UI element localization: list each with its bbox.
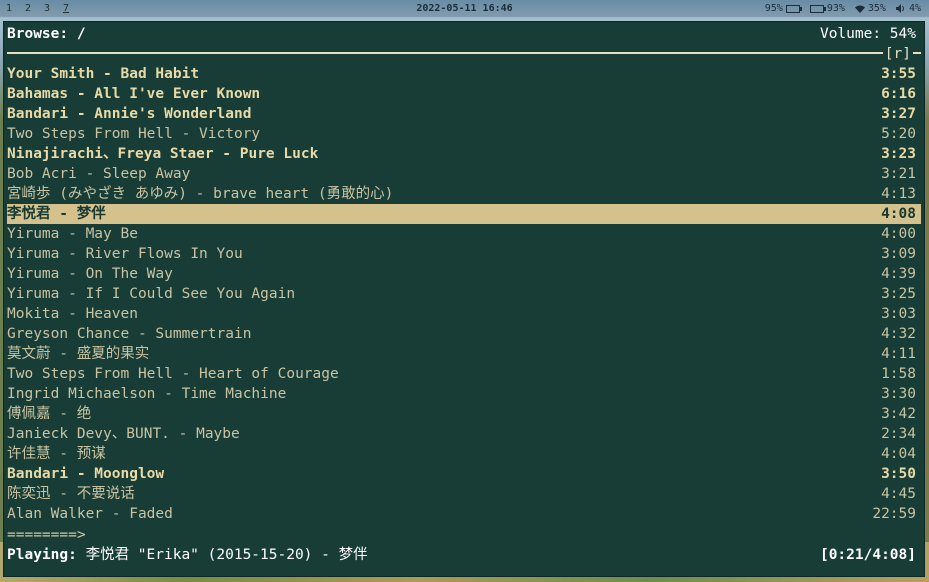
track-row[interactable]: 宮崎歩 (みやざき あゆみ) - brave heart (勇敢的心) 4:13 (7, 184, 921, 204)
track-duration: 3:27 (881, 106, 916, 122)
track-duration: 3:03 (881, 306, 916, 322)
track-title: Yiruma - If I Could See You Again (7, 286, 296, 302)
track-title: Mokita - Heaven (7, 306, 138, 322)
track-row[interactable]: Bahamas - All I've Ever Known 6:16 (7, 84, 921, 104)
track-row[interactable]: Yiruma - River Flows In You 3:09 (7, 244, 921, 264)
battery-indicator-2: 93% (809, 0, 845, 17)
track-title: Your Smith - Bad Habit (7, 66, 200, 82)
track-duration: 3:55 (881, 66, 916, 82)
track-row[interactable]: Your Smith - Bad Habit 3:55 (7, 64, 921, 84)
track-duration: 4:39 (881, 266, 916, 282)
track-row[interactable]: 傅佩嘉 - 绝 3:42 (7, 404, 921, 424)
track-title: Ingrid Michaelson - Time Machine (7, 386, 287, 402)
track-duration: 3:50 (881, 466, 916, 482)
track-title: Yiruma - River Flows In You (7, 246, 243, 262)
track-duration: 6:16 (881, 86, 916, 102)
track-row[interactable]: Bandari - Annie's Wonderland 3:27 (7, 104, 921, 124)
volume-indicator[interactable]: 4% (895, 0, 921, 17)
track-title: 莫文蔚 - 盛夏的果实 (7, 346, 150, 362)
track-row[interactable]: Mokita - Heaven 3:03 (7, 304, 921, 324)
track-duration: 3:42 (881, 406, 916, 422)
track-row[interactable]: Two Steps From Hell - Heart of Courage 1:… (7, 364, 921, 384)
track-row[interactable]: Janieck Devy、BUNT. - Maybe 2:34 (7, 424, 921, 444)
battery-icon (785, 4, 802, 13)
track-row[interactable]: 莫文蔚 - 盛夏的果实 4:11 (7, 344, 921, 364)
track-duration: 4:08 (881, 206, 916, 222)
track-list[interactable]: Your Smith - Bad Habit 3:55 Bahamas - All … (7, 64, 921, 524)
track-duration: 3:23 (881, 146, 916, 162)
track-title: Alan Walker - Faded (7, 506, 173, 522)
header-divider (7, 52, 921, 54)
system-tray: 95% 93% 35% 4% (765, 0, 921, 17)
playing-label: Playing: (7, 547, 77, 563)
track-row-selected[interactable]: 李悦君 - 梦伴 4:08 (7, 204, 921, 224)
playing-track: 李悦君 "Erika" (2015-15-20) - 梦伴 (85, 547, 368, 563)
track-title: 傅佩嘉 - 绝 (7, 406, 92, 422)
track-row[interactable]: Greyson Chance - Summertrain 4:32 (7, 324, 921, 344)
track-duration: 4:11 (881, 346, 916, 362)
track-duration: 5:20 (881, 126, 916, 142)
top-status-bar: 1 2 3 7 2022-05-11 16:46 95% 93% 35% 4% (0, 0, 929, 17)
track-title: Bahamas - All I've Ever Known (7, 86, 261, 102)
track-title: 许佳慧 - 预谋 (7, 446, 106, 462)
track-duration: 4:45 (881, 486, 916, 502)
track-title: Ninajirachi、Freya Staer - Pure Luck (7, 146, 319, 162)
track-duration: 4:00 (881, 226, 916, 242)
battery-icon (809, 4, 826, 13)
track-duration: 3:21 (881, 166, 916, 182)
track-row[interactable]: 陈奕迅 - 不要说话 4:45 (7, 484, 921, 504)
progress-bar: ========> (7, 527, 86, 543)
track-row[interactable]: Bob Acri - Sleep Away 3:21 (7, 164, 921, 184)
volume-label: Volume: 54% (819, 26, 916, 42)
track-duration: 3:09 (881, 246, 916, 262)
browser-header: Browse: / Volume: 54% (7, 24, 921, 44)
track-title: 宮崎歩 (みやざき あゆみ) - brave heart (勇敢的心) (7, 186, 394, 202)
track-row[interactable]: Two Steps From Hell - Victory 5:20 (7, 124, 921, 144)
track-title: Bandari - Annie's Wonderland (7, 106, 252, 122)
track-duration: 4:04 (881, 446, 916, 462)
battery-indicator-1: 95% (765, 0, 802, 17)
track-row[interactable]: Bandari - Moonglow 3:50 (7, 464, 921, 484)
track-title: Bandari - Moonglow (7, 466, 165, 482)
track-title: Yiruma - On The Way (7, 266, 173, 282)
wifi-indicator: 35% (854, 0, 886, 17)
browse-path: Browse: / (7, 26, 86, 42)
track-title: Two Steps From Hell - Heart of Courage (7, 366, 339, 382)
track-duration: 3:25 (881, 286, 916, 302)
track-row[interactable]: Yiruma - May Be 4:00 (7, 224, 921, 244)
track-title: Janieck Devy、BUNT. - Maybe (7, 426, 240, 442)
track-duration: 2:34 (881, 426, 916, 442)
track-row[interactable]: Alan Walker - Faded 22:59 (7, 504, 921, 524)
track-title: 陈奕迅 - 不要说话 (7, 486, 135, 502)
playing-time: [0:21/4:08] (819, 547, 916, 563)
track-row[interactable]: Yiruma - On The Way 4:39 (7, 264, 921, 284)
wifi-icon (854, 5, 865, 13)
speaker-icon (895, 4, 904, 13)
track-row[interactable]: Yiruma - If I Could See You Again 3:25 (7, 284, 921, 304)
track-duration: 22:59 (872, 506, 916, 522)
repeat-flag: [r] (882, 44, 913, 64)
track-row[interactable]: Ninajirachi、Freya Staer - Pure Luck 3:23 (7, 144, 921, 164)
track-title: 李悦君 - 梦伴 (7, 206, 106, 222)
terminal-window[interactable]: Browse: / Volume: 54% [r] Your Smith - B… (3, 21, 925, 577)
track-duration: 4:13 (881, 186, 916, 202)
track-title: Bob Acri - Sleep Away (7, 166, 191, 182)
track-row[interactable]: 许佳慧 - 预谋 4:04 (7, 444, 921, 464)
track-duration: 1:58 (881, 366, 916, 382)
track-title: Greyson Chance - Summertrain (7, 326, 252, 342)
track-row[interactable]: Ingrid Michaelson - Time Machine 3:30 (7, 384, 921, 404)
now-playing-bar: Playing: 李悦君 "Erika" (2015-15-20) - 梦伴 [… (7, 544, 921, 566)
track-duration: 4:32 (881, 326, 916, 342)
track-title: Yiruma - May Be (7, 226, 138, 242)
track-title: Two Steps From Hell - Victory (7, 126, 261, 142)
track-duration: 3:30 (881, 386, 916, 402)
